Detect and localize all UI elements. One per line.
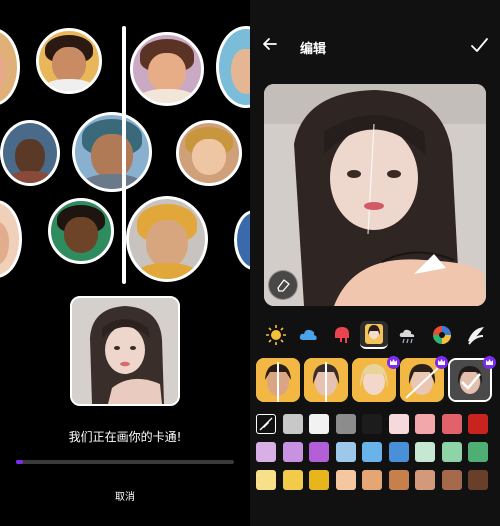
cartoon-progress-panel: 我们正在画你的卡通! 取消	[0, 0, 250, 526]
color-swatch[interactable]	[309, 470, 329, 490]
color-swatch[interactable]	[415, 414, 435, 434]
style-category-bar	[250, 318, 500, 352]
face-avatar	[72, 112, 152, 192]
premium-crown-icon	[435, 356, 448, 369]
eraser-icon[interactable]	[268, 270, 298, 300]
color-swatch[interactable]	[415, 442, 435, 462]
weather-icon[interactable]	[394, 321, 422, 349]
drip-icon[interactable]	[328, 321, 356, 349]
color-swatch[interactable]	[282, 414, 303, 434]
progress-track	[16, 460, 234, 464]
progress-fill	[16, 460, 23, 464]
color-swatch[interactable]	[256, 442, 276, 462]
no-color-icon	[259, 417, 273, 431]
face-avatar	[216, 26, 250, 108]
color-swatch[interactable]	[415, 470, 435, 490]
premium-crown-icon	[387, 356, 400, 369]
color-swatch[interactable]	[309, 442, 329, 462]
girl-photo	[72, 298, 178, 404]
color-swatch[interactable]	[388, 414, 409, 434]
face-avatar	[176, 120, 242, 186]
sun-icon[interactable]	[262, 321, 290, 349]
face-avatar	[0, 120, 60, 186]
face-avatar	[234, 210, 250, 270]
progress-message: 我们正在画你的卡通!	[68, 430, 182, 444]
color-swatch[interactable]	[256, 470, 276, 490]
no-color-swatch[interactable]	[256, 414, 276, 434]
face-avatar	[36, 28, 102, 94]
cancel-button[interactable]: 取消	[95, 488, 155, 503]
style-thumb-2[interactable]	[304, 358, 348, 402]
color-swatch[interactable]	[362, 414, 382, 434]
cartoon-portrait	[264, 84, 486, 306]
cartoon-result-image	[264, 84, 486, 306]
color-swatch[interactable]	[309, 414, 329, 434]
color-wheel-icon[interactable]	[428, 321, 456, 349]
face-avatar	[126, 196, 208, 282]
color-swatch[interactable]	[388, 470, 409, 490]
color-swatch[interactable]	[282, 442, 303, 462]
page-title: 编辑	[300, 42, 327, 57]
color-swatch[interactable]	[362, 470, 382, 490]
cloud-icon[interactable]	[294, 321, 322, 349]
color-swatch[interactable]	[468, 442, 488, 462]
premium-crown-icon	[483, 356, 496, 369]
color-swatch[interactable]	[468, 414, 488, 434]
split-divider	[122, 26, 126, 284]
face-avatar	[0, 28, 20, 106]
color-swatch[interactable]	[362, 442, 382, 462]
color-swatch[interactable]	[441, 414, 462, 434]
face-avatar	[130, 32, 204, 106]
brush-icon[interactable]	[462, 321, 490, 349]
color-swatch[interactable]	[441, 470, 462, 490]
style-thumb-1[interactable]	[256, 358, 300, 402]
face-avatar	[0, 200, 22, 278]
color-swatch[interactable]	[468, 470, 488, 490]
color-swatch[interactable]	[441, 442, 462, 462]
color-swatch[interactable]	[335, 442, 356, 462]
portrait-icon[interactable]	[360, 321, 388, 349]
photo-preview	[70, 296, 180, 406]
face-avatar	[48, 198, 114, 264]
check-icon[interactable]	[468, 34, 490, 56]
arrow-left-icon[interactable]	[260, 34, 280, 54]
color-swatch[interactable]	[335, 470, 356, 490]
color-swatch[interactable]	[335, 414, 356, 434]
color-swatch[interactable]	[282, 470, 303, 490]
color-swatch[interactable]	[388, 442, 409, 462]
